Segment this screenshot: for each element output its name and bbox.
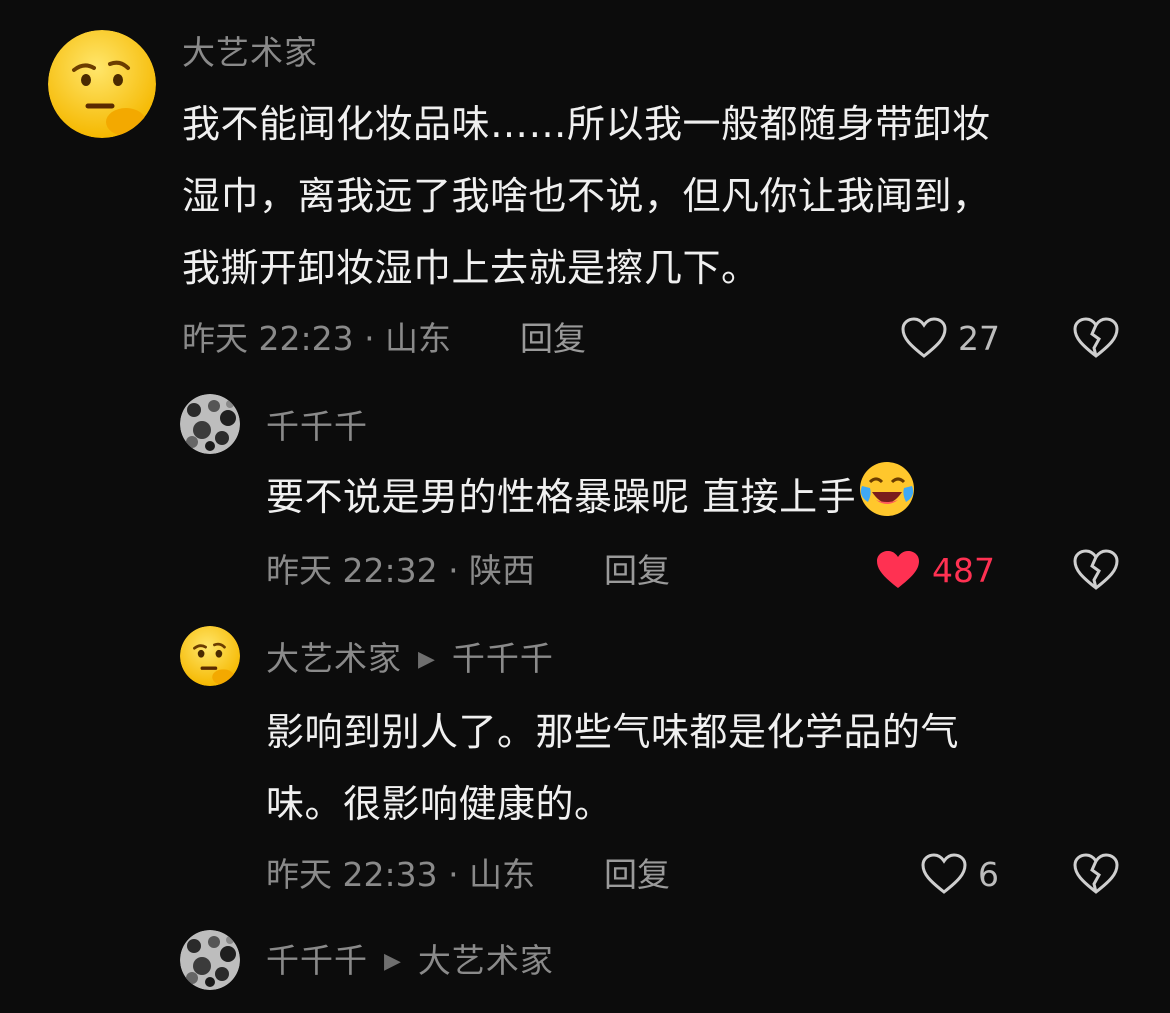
username-label[interactable]: 千千千: [266, 407, 368, 446]
heart-outline-icon: [901, 317, 947, 358]
like-count: 27: [958, 318, 1000, 358]
comment-line: 要不说是男的性格暴躁呢 直接上手: [266, 460, 1126, 541]
username-label[interactable]: 大艺术家: [182, 33, 318, 72]
grayscale-pattern-avatar: [180, 930, 240, 990]
avatar[interactable]: [48, 30, 156, 138]
comment-line: 湿巾，离我远了我啥也不说，但凡你让我闻到，: [182, 174, 991, 218]
comment-line: 我撕开卸妆湿巾上去就是擦几下。: [182, 246, 760, 290]
comment-text: 要不说是男的性格暴躁呢 直接上手: [266, 460, 1126, 541]
like-button[interactable]: 487: [874, 548, 995, 592]
thinking-face-icon: [180, 626, 240, 686]
reply-arrow-icon: ▶: [418, 647, 436, 672]
timestamp-location: 昨天 22:23 · 山东: [182, 319, 452, 358]
comment-line: 我不能闻化妆品味……所以我一般都随身带卸妆: [182, 102, 991, 146]
like-count: 6: [978, 854, 999, 894]
like-button[interactable]: 27: [900, 316, 1000, 360]
reply-arrow-icon: ▶: [384, 949, 402, 974]
comment-line-text: 要不说是男的性格暴躁呢 直接上手: [266, 475, 857, 519]
comment-line: 影响到别人了。那些气味都是化学品的气: [266, 710, 960, 754]
username-label[interactable]: 大艺术家: [266, 639, 402, 678]
avatar[interactable]: [180, 930, 240, 990]
grayscale-pattern-avatar: [180, 394, 240, 454]
comment-line: 味。很影响健康的。: [266, 782, 613, 826]
comment-text: 我不能闻化妆品味……所以我一般都随身带卸妆 湿巾，离我远了我啥也不说，但凡你让我…: [182, 88, 1122, 304]
username: 千千千 ▶ 大艺术家: [266, 944, 554, 977]
heart-outline-icon: [921, 853, 967, 894]
username[interactable]: 千千千: [266, 410, 368, 443]
timestamp-location: 昨天 22:32 · 陕西: [266, 551, 536, 590]
like-count: 487: [932, 550, 995, 590]
timestamp-location: 昨天 22:33 · 山东: [266, 855, 536, 894]
broken-heart-icon: [1073, 853, 1119, 894]
thinking-face-icon: [48, 30, 156, 138]
avatar[interactable]: [180, 394, 240, 454]
comment-item: 千千千 ▶ 大艺术家: [0, 920, 1170, 1013]
avatar[interactable]: [180, 626, 240, 686]
like-button[interactable]: 6: [920, 852, 999, 896]
reply-button[interactable]: 回复: [604, 554, 670, 587]
comment-item: 大艺术家 我不能闻化妆品味……所以我一般都随身带卸妆 湿巾，离我远了我啥也不说，…: [0, 0, 1170, 380]
dislike-button[interactable]: [1072, 852, 1120, 900]
dislike-button[interactable]: [1072, 548, 1120, 596]
broken-heart-icon: [1073, 549, 1119, 590]
username[interactable]: 大艺术家: [182, 36, 318, 69]
username-label[interactable]: 千千千: [266, 941, 368, 980]
comment-text: 影响到别人了。那些气味都是化学品的气 味。很影响健康的。: [266, 696, 1126, 840]
reply-to-username[interactable]: 千千千: [452, 639, 554, 678]
reply-to-username[interactable]: 大艺术家: [418, 941, 554, 980]
broken-heart-icon: [1073, 317, 1119, 358]
dislike-button[interactable]: [1072, 316, 1120, 364]
comment-item: 千千千 要不说是男的性格暴躁呢 直接上手 昨天 22:32 · 陕西 回复 48…: [0, 380, 1170, 610]
comment-item: 大艺术家 ▶ 千千千 影响到别人了。那些气味都是化学品的气 味。很影响健康的。 昨天…: [0, 610, 1170, 920]
crying-laughing-face-icon: [858, 460, 916, 541]
reply-button[interactable]: 回复: [604, 858, 670, 891]
reply-button[interactable]: 回复: [520, 322, 586, 355]
username: 大艺术家 ▶ 千千千: [266, 642, 554, 675]
heart-filled-icon: [877, 551, 919, 588]
